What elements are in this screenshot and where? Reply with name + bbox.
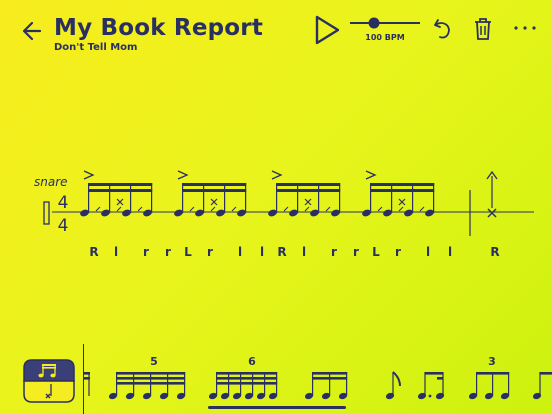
sticking-letter: l [259, 245, 265, 259]
eighth-triplet-palette-item [468, 372, 510, 400]
sixteenth-triplet-palette-item [304, 372, 348, 400]
dot [428, 394, 432, 398]
beam [276, 183, 341, 186]
more-options-icon[interactable] [512, 18, 538, 38]
tempo-slider[interactable] [348, 14, 422, 30]
palette-beam [216, 382, 278, 385]
sticking-letter: R [277, 245, 287, 259]
beam [88, 183, 153, 186]
sticking-letter: r [353, 245, 359, 259]
beam [370, 189, 435, 192]
page-title: My Book Report [54, 15, 264, 41]
grace-note-slash [377, 206, 383, 212]
grace-note-slash [210, 206, 216, 212]
accent-mark [177, 170, 189, 180]
palette-beam [216, 372, 278, 375]
grace-note-slash [116, 206, 122, 212]
grace-note-slash [95, 206, 101, 212]
sticking-letter: l [237, 245, 243, 259]
grace-note-slash [137, 206, 143, 212]
grace-note-slash [231, 206, 237, 212]
accent-mark [83, 170, 95, 180]
play-button[interactable] [312, 14, 342, 46]
sticking-letter: r [143, 245, 149, 259]
grace-note-slash [419, 206, 425, 212]
dotted-rhythm-palette-item [417, 372, 445, 400]
palette-beam [540, 372, 552, 375]
grace-note-slash [304, 206, 310, 212]
sticking-letter: l [425, 245, 431, 259]
beam [88, 189, 153, 192]
sextuplet-palette-item [208, 372, 278, 400]
accent-mark [271, 170, 283, 180]
sticking-letter: r [165, 245, 171, 259]
buzz-mark [304, 198, 312, 206]
beam [370, 183, 435, 186]
tempo-slider-knob [368, 17, 380, 29]
beam [276, 189, 341, 192]
tuplet-label-3: 3 [488, 355, 496, 368]
sticking-letter: R [89, 245, 99, 259]
eighth-note-palette-item [385, 371, 401, 400]
sticking-letter: l [447, 245, 453, 259]
sticking-letter: R [490, 245, 500, 259]
sticking-letter: r [331, 245, 337, 259]
tempo-label: 100 BPM [365, 33, 405, 42]
beam [182, 189, 247, 192]
sticking-letter: r [207, 245, 213, 259]
sticking-letter: L [372, 245, 380, 259]
note-flag [392, 371, 401, 387]
tuplet-label-5: 5 [150, 355, 158, 368]
time-signature-bottom: 4 [58, 216, 69, 236]
percussion-clef [43, 201, 50, 225]
grace-note-slash [189, 206, 195, 212]
time-signature-top: 4 [58, 193, 69, 213]
buzz-mark [116, 198, 124, 206]
notation-staff[interactable]: 4 4 [0, 160, 552, 280]
page-subtitle: Don't Tell Mom [54, 42, 138, 53]
accent-mark [365, 170, 377, 180]
sticking-letter: r [395, 245, 401, 259]
note-palette[interactable]: 5 6 3 [84, 344, 552, 414]
cross-note-head [487, 208, 497, 218]
grace-note-slash [398, 206, 404, 212]
sticking-letter: L [184, 245, 192, 259]
palette-selection-indicator [208, 406, 346, 409]
palette-beam [216, 377, 278, 380]
palette-beam [437, 377, 443, 380]
grace-note-slash [325, 206, 331, 212]
beam [182, 183, 247, 186]
tuplet-label-6: 6 [248, 355, 256, 368]
buzz-mark [398, 198, 406, 206]
buzz-mark [210, 198, 218, 206]
sticking-letter: l [113, 245, 119, 259]
quintuplet-palette-item [108, 372, 186, 400]
back-arrow-icon[interactable] [18, 16, 48, 46]
note-palette-toggle[interactable] [22, 358, 76, 404]
undo-icon[interactable] [432, 16, 454, 42]
palette-beam [425, 372, 443, 375]
grace-note-slash [283, 206, 289, 212]
sticking-letter: l [301, 245, 307, 259]
trash-icon[interactable] [472, 16, 494, 42]
